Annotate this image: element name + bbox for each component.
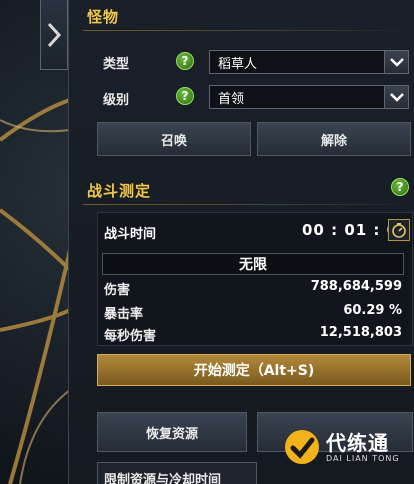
summon-button[interactable]: 召唤 xyxy=(97,122,251,156)
dps-label: 每秒伤害 xyxy=(104,329,157,344)
training-panel: 怪物 类型 ? 稻草人 级别 ? 首领 召唤 解除 战斗测定 ? 战斗时间 00… xyxy=(68,0,414,484)
collapse-tab[interactable] xyxy=(40,0,68,70)
watermark-subtitle: DAI LIAN TONG xyxy=(326,453,400,463)
damage-value: 788,684,599 xyxy=(310,279,402,294)
combat-help-icon[interactable]: ? xyxy=(391,178,409,196)
stopwatch-icon[interactable] xyxy=(388,219,410,241)
limit-mode-bar: 无限 xyxy=(102,253,404,275)
dps-value: 12,518,803 xyxy=(319,325,402,340)
start-measure-button[interactable]: 开始测定（Alt+S) xyxy=(97,354,411,386)
watermark-title: 代练通 xyxy=(326,430,389,455)
damage-label: 伤害 xyxy=(104,283,131,298)
level-select[interactable]: 首领 xyxy=(209,85,409,109)
dismiss-button[interactable]: 解除 xyxy=(257,122,411,156)
chevron-right-icon xyxy=(47,22,62,47)
crit-rate-label: 暴击率 xyxy=(104,307,144,322)
level-select-value: 首领 xyxy=(218,91,245,107)
combat-divider xyxy=(83,204,414,205)
combat-time-label: 战斗时间 xyxy=(104,227,157,242)
monster-section-title: 怪物 xyxy=(87,8,120,26)
chevron-down-icon[interactable] xyxy=(384,51,408,73)
chevron-down-icon[interactable] xyxy=(384,86,408,108)
level-help-icon[interactable]: ? xyxy=(176,87,194,105)
combat-section-title: 战斗测定 xyxy=(87,182,152,200)
type-label: 类型 xyxy=(103,57,130,72)
combat-stats-box: 战斗时间 00 : 01 : 03 无限 伤害 788,684,599 暴击率 … xyxy=(97,212,413,346)
type-select-value: 稻草人 xyxy=(218,56,258,72)
limit-resources-button[interactable]: 限制资源与冷却时间 xyxy=(97,462,257,484)
level-label: 级别 xyxy=(103,93,130,108)
crit-rate-value: 60.29 % xyxy=(343,303,402,318)
watermark: 代练通 DAI LIAN TONG xyxy=(282,424,414,470)
type-help-icon[interactable]: ? xyxy=(176,52,194,70)
monster-divider xyxy=(83,30,414,31)
type-select[interactable]: 稻草人 xyxy=(209,50,409,74)
restore-resources-button[interactable]: 恢复资源 xyxy=(97,412,247,452)
watermark-logo-icon xyxy=(285,430,319,464)
